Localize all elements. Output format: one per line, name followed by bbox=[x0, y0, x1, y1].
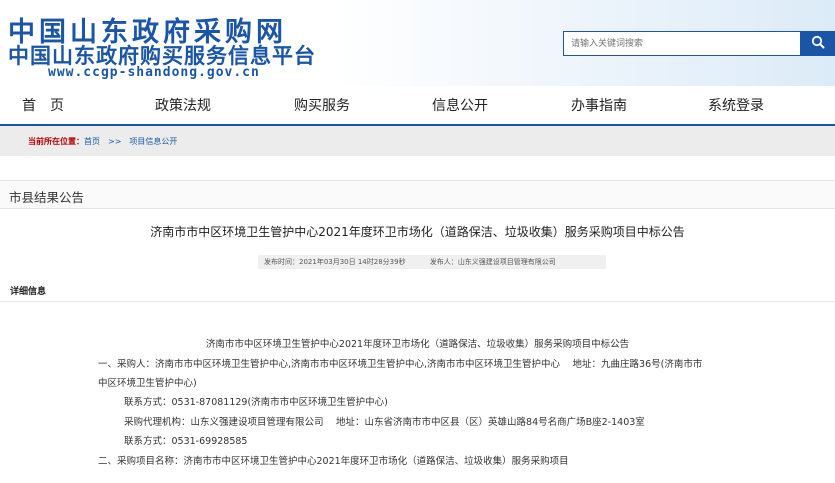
search-icon bbox=[811, 35, 825, 52]
detail-body-title: 济南市市中区环境卫生管护中心2021年度环卫市场化（道路保洁、垃圾收集）服务采购… bbox=[205, 339, 630, 350]
publish-time: 2021年03月30日 14时28分39秒 bbox=[299, 258, 406, 266]
publisher-label: 发布人： bbox=[429, 258, 458, 266]
detail-line-purchaser: 一、采购人：济南市市中区环境卫生管护中心,济南市市中区环境卫生管护中心,济南市市… bbox=[98, 359, 703, 370]
nav-item-info-disclosure[interactable]: 信息公开 bbox=[432, 95, 488, 115]
section-header: 市县结果公告 bbox=[0, 180, 835, 209]
site-url: www.ccgp-shandong.gov.cn bbox=[48, 65, 260, 80]
nav-item-login[interactable]: 系统登录 bbox=[708, 95, 764, 115]
detail-line-agency: 采购代理机构：山东义强建设项目管理有限公司 地址：山东省济南市市中区县（区）英雄… bbox=[124, 417, 645, 428]
detail-line-project-name: 二、采购项目名称：济南市市中区环境卫生管护中心2021年度环卫市场化（道路保洁、… bbox=[98, 456, 569, 467]
notice-meta: 发布时间：2021年03月30日 14时28分39秒 发布人：山东义强建设项目管… bbox=[258, 255, 606, 269]
publish-time-label: 发布时间： bbox=[264, 258, 299, 266]
detail-header: 详细信息 bbox=[0, 280, 835, 302]
search-button[interactable] bbox=[801, 31, 835, 56]
breadcrumb-separator: >> bbox=[108, 137, 122, 146]
section-title: 市县结果公告 bbox=[9, 190, 85, 205]
detail-line-agency-contact: 联系方式：0531-69928585 bbox=[124, 436, 248, 447]
notice-title: 济南市市中区环境卫生管护中心2021年度环卫市场化（道路保洁、垃圾收集）服务采购… bbox=[150, 225, 685, 239]
main-nav: 首 页 政策法规 购买服务 信息公开 办事指南 系统登录 bbox=[0, 86, 835, 124]
nav-item-purchase-service[interactable]: 购买服务 bbox=[294, 95, 350, 115]
search-input[interactable] bbox=[563, 31, 801, 56]
nav-item-guide[interactable]: 办事指南 bbox=[571, 95, 627, 115]
breadcrumb-current-link[interactable]: 项目信息公开 bbox=[129, 137, 177, 146]
site-header: 中国山东政府采购网 中国山东政府购买服务信息平台 www.ccgp-shando… bbox=[0, 0, 835, 86]
detail-line-purchaser-cont: 中区环境卫生管护中心) bbox=[98, 378, 197, 389]
detail-line-purchaser-contact: 联系方式：0531-87081129(济南市市中区环境卫生管护中心) bbox=[124, 397, 388, 408]
breadcrumb: 当前所在位置：首页 >> 项目信息公开 bbox=[28, 136, 177, 147]
detail-heading: 详细信息 bbox=[10, 287, 47, 297]
breadcrumb-label: 当前所在位置： bbox=[28, 137, 84, 146]
nav-item-policy[interactable]: 政策法规 bbox=[155, 95, 211, 115]
breadcrumb-home-link[interactable]: 首页 bbox=[84, 137, 100, 146]
nav-item-home[interactable]: 首 页 bbox=[22, 95, 64, 115]
publisher: 山东义强建设项目管理有限公司 bbox=[457, 258, 556, 266]
breadcrumb-bar: 当前所在位置：首页 >> 项目信息公开 bbox=[0, 124, 835, 156]
